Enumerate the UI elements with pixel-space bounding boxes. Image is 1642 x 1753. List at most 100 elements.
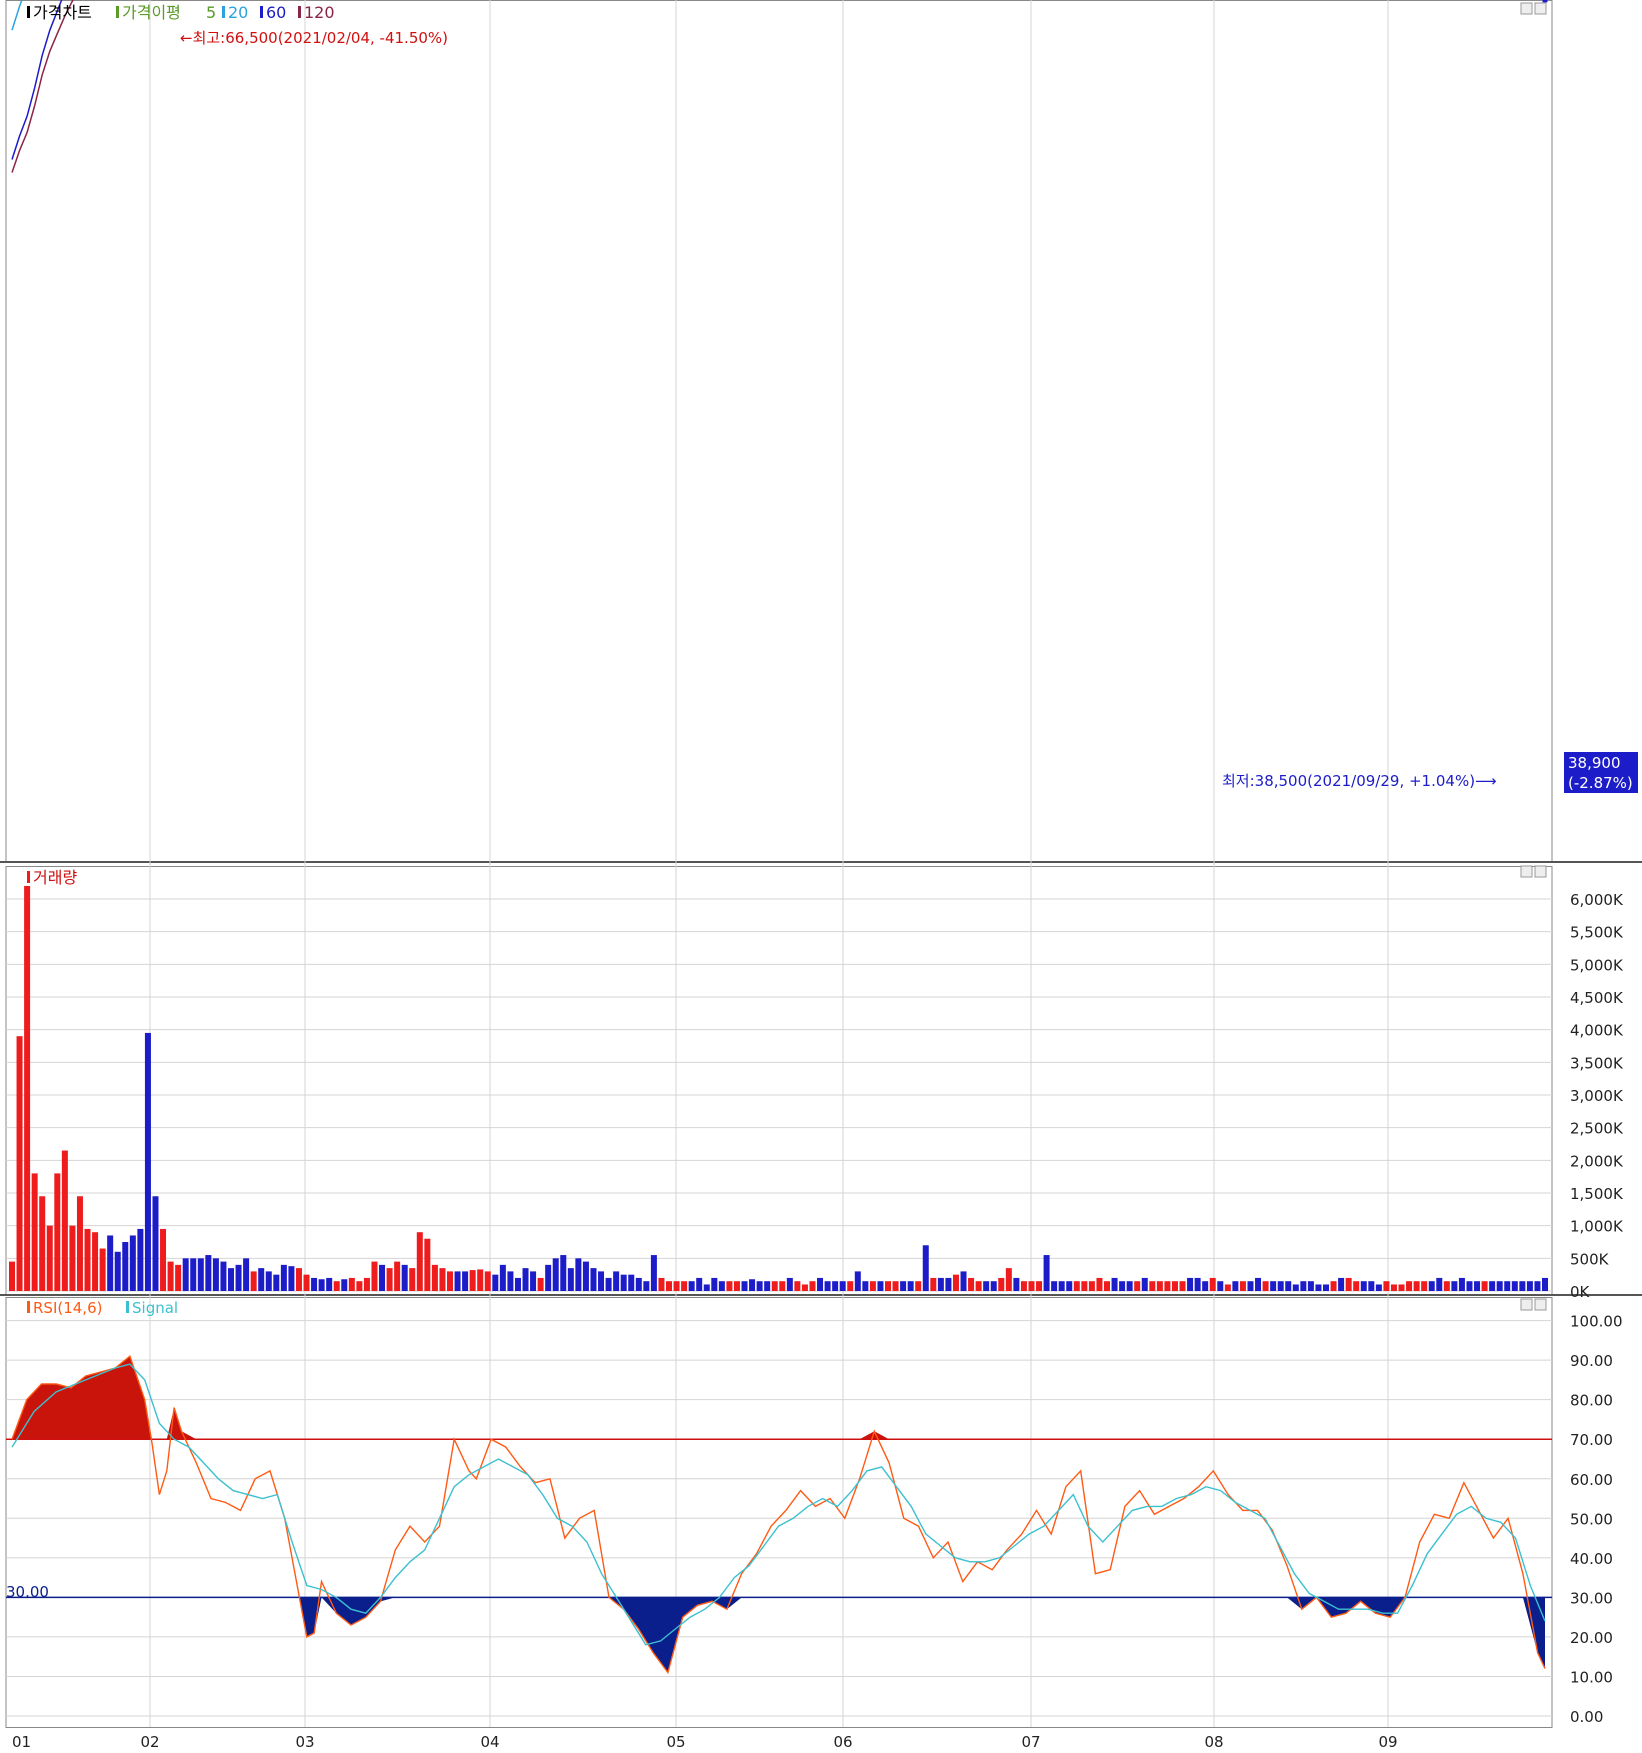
volume-bar <box>1285 1281 1292 1291</box>
volume-bar <box>348 1277 355 1291</box>
volume-tick-label: 5,000K <box>1570 956 1624 974</box>
volume-bar <box>1179 1281 1186 1291</box>
volume-bar <box>1020 1281 1027 1291</box>
volume-bar <box>1224 1284 1231 1291</box>
volume-bar <box>326 1277 333 1291</box>
volume-legend: 거래량 <box>33 868 77 887</box>
rsi-tick-label: 0.00 <box>1570 1708 1603 1726</box>
volume-tick-label: 1,500K <box>1570 1185 1624 1203</box>
volume-bar <box>137 1228 144 1291</box>
volume-bar <box>258 1268 265 1291</box>
volume-bar <box>749 1279 756 1291</box>
volume-bar <box>1013 1277 1020 1291</box>
volume-bar <box>764 1281 771 1291</box>
volume-bar <box>937 1277 944 1291</box>
volume-bar <box>1126 1281 1133 1291</box>
volume-bar <box>1005 1268 1012 1291</box>
volume-bar <box>447 1271 453 1291</box>
volume-bar <box>1345 1277 1352 1291</box>
volume-bar <box>1081 1281 1088 1291</box>
volume-bar <box>1496 1281 1503 1291</box>
volume-bar <box>311 1277 318 1291</box>
close-icon[interactable] <box>1534 2 1547 15</box>
minimize-icon[interactable] <box>1520 2 1533 15</box>
volume-bar <box>152 1196 159 1291</box>
volume-bar <box>24 885 31 1291</box>
minimize-icon[interactable] <box>1520 1298 1533 1311</box>
volume-bar <box>1443 1281 1450 1291</box>
volume-bar <box>1043 1255 1050 1291</box>
volume-bar <box>1428 1281 1435 1291</box>
volume-bar <box>250 1271 257 1291</box>
volume-bar <box>915 1281 922 1291</box>
volume-bar <box>960 1271 967 1291</box>
volume-bar <box>1051 1281 1058 1291</box>
volume-bar <box>1519 1281 1526 1291</box>
volume-bar <box>1307 1281 1314 1291</box>
volume-tick-label: 4,000K <box>1570 1022 1624 1040</box>
volume-bar <box>1149 1281 1156 1291</box>
volume-bar <box>107 1235 114 1291</box>
volume-bar <box>537 1277 544 1291</box>
rsi-tick-label: 90.00 <box>1570 1352 1613 1370</box>
close-icon[interactable] <box>1534 1298 1547 1311</box>
volume-bar <box>673 1281 680 1291</box>
volume-bar <box>507 1271 514 1291</box>
month-tick-label: 07 <box>1021 1733 1040 1751</box>
volume-bar <box>1489 1281 1496 1291</box>
volume-bar <box>1458 1277 1465 1291</box>
volume-bar <box>628 1274 635 1291</box>
volume-bar <box>295 1268 302 1291</box>
volume-bar <box>379 1264 386 1291</box>
volume-bar <box>129 1235 136 1291</box>
volume-bar <box>1390 1284 1397 1291</box>
legend-marker-volume <box>27 871 30 883</box>
volume-bar <box>975 1281 982 1291</box>
volume-bar <box>801 1284 808 1291</box>
volume-bar <box>356 1281 363 1291</box>
volume-bar <box>114 1251 121 1291</box>
volume-bar <box>1511 1281 1518 1291</box>
volume-bar <box>1368 1281 1375 1291</box>
month-tick-label: 08 <box>1204 1733 1223 1751</box>
volume-bar <box>514 1277 521 1291</box>
volume-bar <box>16 1036 23 1291</box>
volume-bar <box>1217 1281 1224 1291</box>
month-tick-label: 09 <box>1378 1733 1397 1751</box>
volume-bar <box>1111 1277 1118 1291</box>
volume-bar <box>144 1032 151 1291</box>
volume-bar <box>39 1196 46 1291</box>
volume-bar <box>431 1264 438 1291</box>
volume-bar <box>711 1277 718 1291</box>
volume-bar <box>484 1271 491 1291</box>
volume-tick-label: 500K <box>1570 1250 1610 1268</box>
minimize-icon[interactable] <box>1520 865 1533 878</box>
legend-marker-ma60 <box>260 6 263 18</box>
volume-bar <box>817 1277 824 1291</box>
volume-bar <box>1300 1281 1307 1291</box>
volume-bar <box>643 1281 650 1291</box>
volume-bar <box>228 1268 234 1291</box>
volume-bar <box>273 1274 280 1291</box>
rsi-tick-label: 30.00 <box>1570 1589 1613 1607</box>
volume-bar <box>741 1281 748 1291</box>
rsi-tick-label: 80.00 <box>1570 1392 1613 1410</box>
volume-bar <box>847 1281 854 1291</box>
ma20-legend: 20 <box>228 3 248 22</box>
high-marker: ←최고:66,500(2021/02/04, -41.50%) <box>180 29 448 47</box>
volume-bar <box>930 1277 937 1291</box>
close-icon[interactable] <box>1534 865 1547 878</box>
month-tick-label: 02 <box>140 1733 159 1751</box>
rsi-tick-label: 100.00 <box>1570 1313 1623 1331</box>
volume-bar <box>303 1274 310 1291</box>
volume-tick-label: 6,000K <box>1570 891 1624 909</box>
volume-bar <box>832 1281 839 1291</box>
volume-bar <box>771 1281 778 1291</box>
volume-bar <box>892 1281 899 1291</box>
legend-marker-signal <box>126 1301 129 1313</box>
volume-bar <box>409 1268 416 1291</box>
volume-tick-label: 2,000K <box>1570 1152 1624 1170</box>
volume-bar <box>862 1281 869 1291</box>
volume-bar <box>968 1277 975 1291</box>
background <box>0 0 1642 1753</box>
